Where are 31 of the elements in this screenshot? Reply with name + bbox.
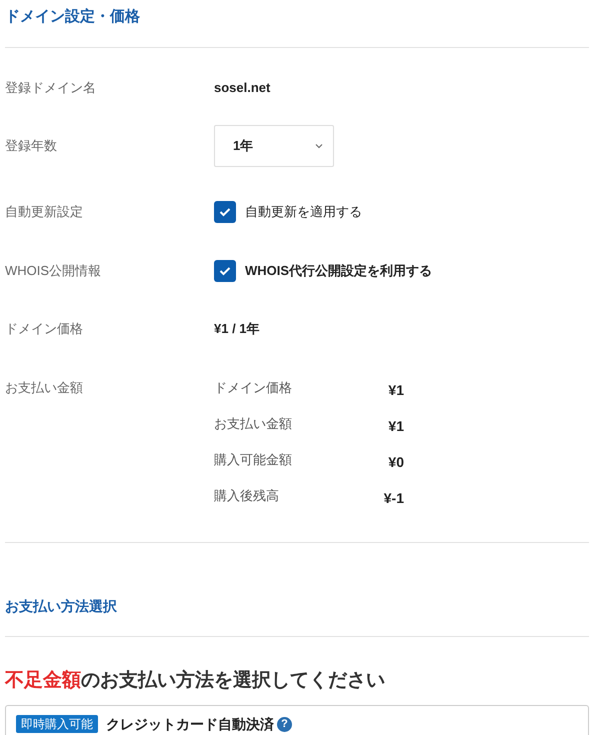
section-title: ドメイン設定・価格 [5, 7, 140, 28]
years-dropdown[interactable]: 1年 [214, 125, 334, 167]
chevron-icon [315, 143, 323, 149]
summary-label: 購入可能金額 [214, 451, 293, 469]
checkbox[interactable] [214, 260, 236, 282]
field-value: ¥1 / 1年 [214, 320, 261, 338]
summary-amount: ¥0 [387, 453, 404, 472]
field-value: sosel.net [214, 79, 272, 97]
help-icon: ? [277, 716, 292, 732]
section-title: お支払い方法選択 [5, 597, 118, 616]
summary-label: お支払い金額 [214, 415, 293, 433]
field-label: お支払い金額 [5, 379, 84, 397]
method-name: クレジットカード自動決済 [106, 715, 274, 733]
checkbox-label: WHOIS代行公開設定を利用する [245, 262, 432, 280]
checkbox[interactable] [214, 201, 236, 223]
checkmark-icon [219, 207, 231, 217]
summary-amount: ¥1 [387, 381, 404, 400]
summary-label: ドメイン価格 [214, 379, 293, 397]
field-label: 登録ドメイン名 [5, 79, 97, 97]
field-label: 自動更新設定 [5, 203, 84, 221]
prompt-heading: 不足金額のお支払い方法を選択してください [5, 668, 386, 693]
checkbox-label: 自動更新を適用する [245, 203, 362, 222]
summary-amount: ¥1 [387, 417, 404, 436]
status-badge: 即時購入可能 [16, 715, 98, 733]
checkmark-icon [219, 266, 231, 276]
summary-label: 購入後残高 [214, 487, 280, 505]
field-label: WHOIS公開情報 [5, 262, 102, 280]
payment-card[interactable]: 即時購入可能 クレジットカード自動決済 ? [5, 705, 589, 735]
summary-amount: ¥-1 [382, 489, 404, 508]
field-label: ドメイン価格 [5, 320, 84, 338]
field-label: 登録年数 [5, 137, 58, 155]
